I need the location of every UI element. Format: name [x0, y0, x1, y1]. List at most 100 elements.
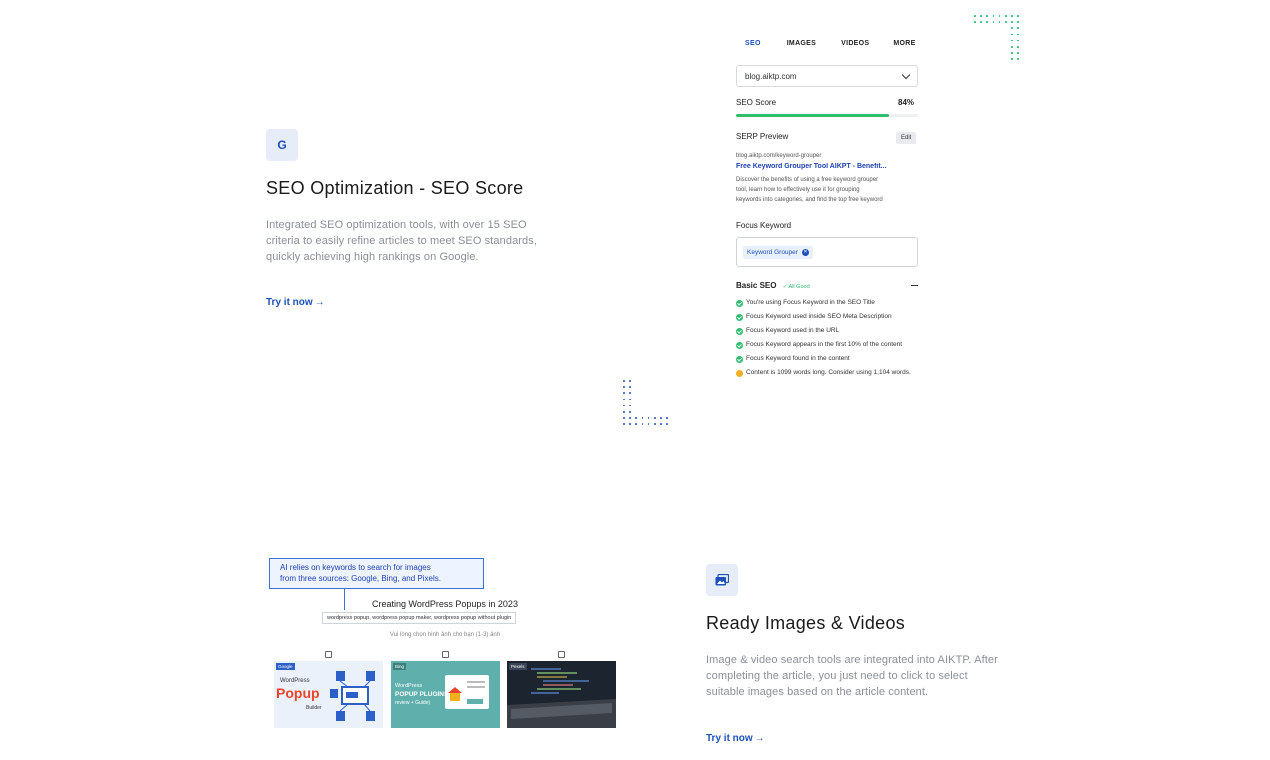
popup-diagram-icon — [330, 671, 375, 721]
seo-desc-line: Integrated SEO optimization tools, with … — [266, 219, 527, 231]
thumb2-line: review + Guide) — [395, 700, 431, 706]
tab-videos[interactable]: VIDEOS — [841, 40, 869, 47]
decorative-dot — [1005, 21, 1007, 23]
decorative-dot — [998, 15, 1001, 17]
seo-score-bar — [736, 114, 918, 117]
seo-desc-line: criteria to easily refine articles to me… — [266, 235, 538, 247]
serp-description: Discover the benefits of using a free ke… — [736, 175, 918, 205]
tab-more[interactable]: MORE — [893, 40, 915, 47]
decorative-dot — [980, 21, 982, 23]
check-text: Focus Keyword appears in the first 10% o… — [746, 341, 903, 348]
basic-seo-label: Basic SEO — [736, 281, 777, 290]
decorative-dot — [986, 21, 988, 23]
seo-feature-title: SEO Optimization - SEO Score — [266, 178, 524, 198]
image-checkbox[interactable] — [558, 651, 565, 658]
thumb1-line: Builder — [306, 705, 322, 711]
decorative-dot — [647, 417, 650, 419]
decorative-dot — [1011, 27, 1013, 29]
decorative-dot — [1011, 52, 1013, 54]
check-text: You're using Focus Keyword in the SEO Ti… — [746, 299, 875, 306]
images-feature-title: Ready Images & Videos — [706, 613, 906, 633]
decorative-dot — [986, 15, 988, 17]
thumb2-line: WordPress — [395, 683, 423, 689]
images-feature-icon-box — [706, 564, 738, 596]
decorative-dot — [629, 417, 631, 419]
domain-select[interactable]: blog.aiktp.com — [736, 65, 918, 87]
check-ok-icon — [736, 355, 743, 363]
decorative-dot — [974, 15, 976, 17]
source-tag: Bing — [393, 663, 407, 670]
image-thumbnail-bing[interactable]: Bing WordPress POPUP PLUGINS review + Gu… — [391, 661, 500, 728]
decorative-dot — [629, 392, 631, 394]
serp-desc-line: keywords into categories, and find the t… — [736, 197, 883, 203]
check-item: Focus Keyword appears in the first 10% o… — [736, 340, 920, 350]
decorative-dot — [974, 21, 976, 23]
decorative-dot — [623, 404, 625, 407]
check-item: Focus Keyword found in the content — [736, 354, 920, 364]
ai-keywords-callout: AI relies on keywords to search for imag… — [269, 558, 484, 589]
check-ok-icon — [736, 327, 743, 335]
seo-check-list: You're using Focus Keyword in the SEO Ti… — [736, 298, 920, 382]
seo-try-now-link[interactable]: Try it now → — [266, 297, 325, 308]
popup-window-icon — [445, 675, 489, 709]
check-warn-icon — [736, 369, 743, 377]
serp-title: Free Keyword Grouper Tool AIKPT - Benefi… — [736, 163, 887, 170]
image-thumbnail-google[interactable]: Google WordPress Popup Builder — [274, 661, 383, 728]
decorative-dot — [660, 423, 662, 425]
tab-seo[interactable]: SEO — [745, 40, 761, 47]
decorative-dot — [629, 404, 631, 407]
decorative-dot — [992, 21, 995, 23]
decorative-dot — [629, 398, 631, 401]
images-desc-line: Image & video search tools are integrate… — [706, 654, 998, 666]
check-ok-icon — [736, 313, 743, 321]
basic-seo-header[interactable]: Basic SEO ✓ All Good — [736, 281, 810, 290]
serp-desc-line: tool, learn how to effectively use it fo… — [736, 187, 860, 193]
decorative-dot — [623, 380, 625, 382]
serp-edit-button[interactable]: Edit — [896, 132, 917, 144]
check-item: Focus Keyword used in the URL — [736, 326, 920, 336]
check-ok-icon — [736, 341, 743, 349]
collapse-minus-icon[interactable] — [911, 285, 918, 287]
focus-keyword-chip-label: Keyword Grouper — [747, 248, 798, 256]
decorative-dot — [623, 411, 625, 413]
seo-score-value: 84% — [898, 98, 915, 107]
select-images-hint: Vui lòng chọn hình ảnh cho bạn (1-3) ảnh — [389, 632, 501, 638]
decorative-dot — [641, 417, 644, 419]
decorative-dot — [641, 423, 644, 425]
chevron-down-icon — [901, 70, 911, 79]
decorative-dot — [1011, 58, 1013, 60]
decorative-dot — [992, 15, 995, 17]
decorative-dot — [623, 386, 625, 388]
focus-keyword-chip: Keyword Grouper ✕ — [743, 245, 813, 259]
tab-images[interactable]: IMAGES — [787, 40, 816, 47]
all-good-badge: ✓ All Good — [782, 284, 810, 290]
article-keywords: wordpress popup, wordpress popup maker, … — [322, 612, 517, 624]
google-g-icon: G — [277, 138, 287, 152]
image-checkbox[interactable] — [442, 651, 449, 658]
decorative-dot — [629, 411, 631, 413]
image-thumbnail-pexels[interactable]: Pexels — [507, 661, 616, 728]
try-now-label: Try it now — [266, 297, 313, 308]
seo-feature-icon-box: G — [266, 129, 298, 161]
decorative-dot — [623, 392, 625, 394]
remove-chip-icon[interactable]: ✕ — [801, 248, 809, 256]
images-feature-description: Image & video search tools are integrate… — [706, 652, 1026, 700]
decorative-dot — [1017, 39, 1019, 42]
images-try-now-link[interactable]: Try it now → — [706, 733, 765, 744]
decorative-dot — [1011, 46, 1013, 48]
decorative-dot — [1005, 15, 1007, 17]
focus-keyword-input[interactable]: Keyword Grouper ✕ — [736, 237, 918, 267]
check-text: Focus Keyword used inside SEO Meta Descr… — [746, 313, 892, 320]
article-title: Creating WordPress Popups in 2023 — [372, 599, 518, 609]
decorative-dot — [1011, 21, 1013, 23]
decorative-dot — [980, 15, 982, 17]
decorative-dot — [1017, 21, 1019, 23]
seo-panel-tabs: SEO IMAGES VIDEOS MORE — [745, 40, 916, 47]
seo-desc-line: quickly achieving high rankings on Googl… — [266, 251, 479, 263]
decorative-dot — [629, 380, 631, 382]
check-item: Focus Keyword used inside SEO Meta Descr… — [736, 312, 920, 322]
check-text: Focus Keyword used in the URL — [746, 327, 840, 334]
image-checkbox[interactable] — [325, 651, 332, 658]
decorative-dot — [654, 423, 656, 425]
callout-line: AI relies on keywords to search for imag… — [280, 563, 431, 572]
